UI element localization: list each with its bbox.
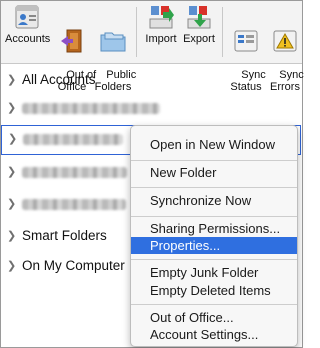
chevron-right-icon[interactable]: ❯ — [8, 132, 17, 145]
menu-item-label: Synchronize Now — [150, 193, 252, 208]
folder-row-account[interactable]: ❯ — [1, 94, 301, 122]
import-label: Import — [145, 33, 177, 45]
chevron-right-icon[interactable]: ❯ — [7, 259, 16, 272]
chevron-right-icon[interactable]: ❯ — [7, 73, 16, 86]
menu-separator — [131, 259, 297, 260]
menu-item-label: New Folder — [150, 165, 217, 180]
menu-separator — [131, 160, 297, 161]
menu-item-label: Properties... — [150, 238, 221, 253]
toolbar-divider — [136, 7, 137, 57]
folder-label: Smart Folders — [22, 228, 107, 243]
menu-item-label: Sharing Permissions... — [150, 221, 281, 236]
menu-separator — [131, 216, 297, 217]
menu-item-open-in-new-window[interactable]: Open in New Window — [131, 136, 297, 153]
menu-item-empty-deleted-items[interactable]: Empty Deleted Items — [131, 282, 297, 299]
chevron-right-icon[interactable]: ❯ — [7, 197, 16, 210]
export-button[interactable]: Export — [181, 3, 217, 45]
redacted-account-name — [23, 134, 123, 145]
menu-item-account-settings[interactable]: Account Settings... — [131, 326, 297, 343]
redacted-account-name — [22, 167, 127, 178]
menu-item-label: Empty Junk Folder — [150, 265, 259, 280]
public-folders-icon — [100, 32, 126, 52]
menu-item-label: Account Settings... — [150, 327, 259, 342]
chevron-right-icon[interactable]: ❯ — [7, 165, 16, 178]
menu-item-new-folder[interactable]: New Folder — [131, 164, 297, 181]
menu-item-out-of-office[interactable]: Out of Office... — [131, 309, 297, 326]
sync-status-icon — [234, 30, 258, 52]
redacted-account-name — [22, 103, 160, 114]
accounts-button[interactable]: Accounts — [5, 3, 51, 45]
chevron-right-icon[interactable]: ❯ — [7, 229, 16, 242]
accounts-icon — [15, 5, 39, 29]
menu-item-label: Out of Office... — [150, 310, 234, 325]
menu-item-empty-junk-folder[interactable]: Empty Junk Folder — [131, 264, 297, 281]
menu-item-properties[interactable]: Properties... — [131, 237, 297, 254]
menu-item-sharing-permissions[interactable]: Sharing Permissions... — [131, 220, 297, 237]
folder-label: All Accounts — [22, 72, 96, 87]
sync-errors-icon — [273, 30, 297, 52]
menu-item-synchronize-now[interactable]: Synchronize Now — [131, 192, 297, 209]
export-icon — [187, 6, 211, 29]
accounts-label: Accounts — [5, 33, 51, 45]
menu-item-label: Open in New Window — [150, 137, 275, 152]
toolbar-divider — [222, 7, 223, 57]
folder-label: On My Computer — [22, 258, 125, 273]
import-icon — [149, 6, 174, 29]
toolbar-ribbon: Accounts Out of Office Public Folders Im… — [1, 1, 304, 93]
import-button[interactable]: Import — [143, 3, 179, 45]
folder-row-all-accounts[interactable]: ❯ All Accounts — [1, 66, 301, 94]
context-menu: Open in New Window New Folder Synchroniz… — [130, 125, 298, 347]
redacted-account-name — [22, 199, 126, 210]
menu-separator — [131, 304, 297, 305]
export-label: Export — [183, 33, 215, 45]
menu-separator — [131, 187, 297, 188]
chevron-right-icon[interactable]: ❯ — [7, 101, 16, 114]
menu-item-label: Empty Deleted Items — [150, 283, 271, 298]
out-of-office-icon — [61, 29, 82, 53]
